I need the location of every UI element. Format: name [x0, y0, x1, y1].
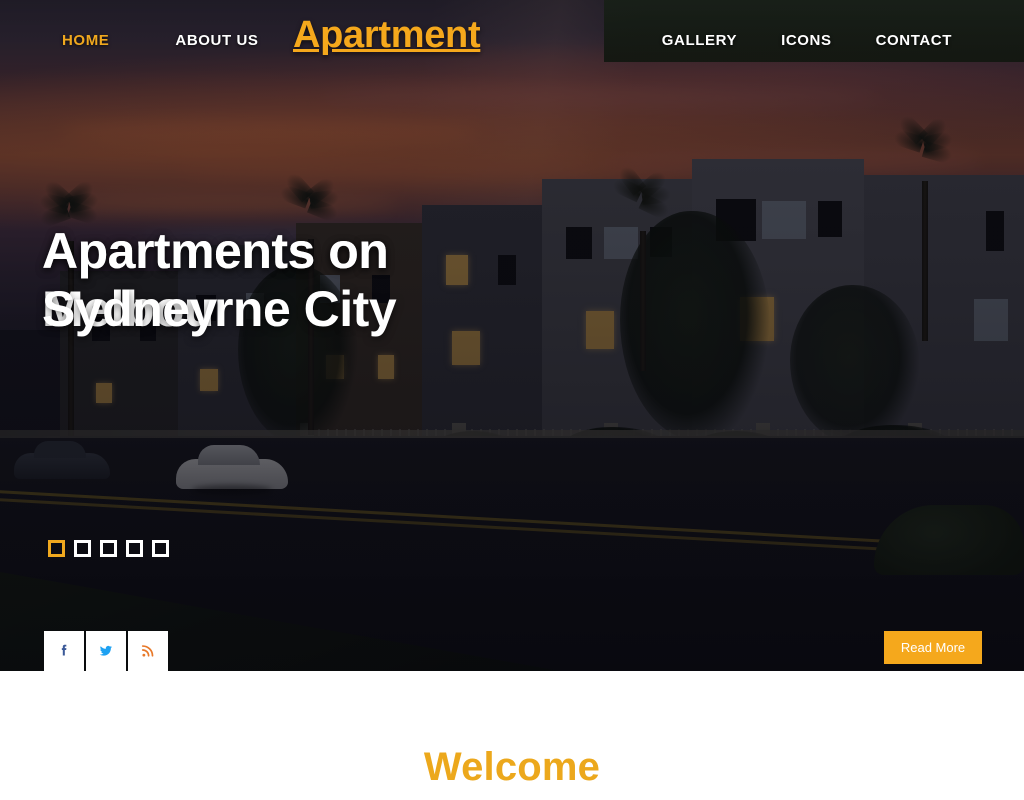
- nav-left-group: HOME ABOUT US: [62, 32, 259, 49]
- nav-link-contact[interactable]: CONTACT: [876, 32, 952, 49]
- window: [200, 369, 218, 391]
- twitter-icon: [99, 645, 112, 656]
- cloud: [320, 88, 880, 106]
- nav-link-gallery[interactable]: GALLERY: [662, 32, 737, 49]
- parked-car: [176, 445, 288, 489]
- nav-right-group: GALLERY ICONS CONTACT: [662, 32, 952, 49]
- nav-link-about-us[interactable]: ABOUT US: [175, 32, 258, 49]
- slider-dot-1[interactable]: [48, 540, 65, 557]
- curb: [0, 430, 1024, 438]
- parked-car: [14, 441, 110, 479]
- palm-tree: [569, 127, 746, 371]
- slider-dot-2[interactable]: [74, 540, 91, 557]
- social-links: [44, 631, 168, 671]
- nav-link-home[interactable]: HOME: [62, 32, 109, 49]
- welcome-title: Welcome: [423, 745, 601, 789]
- facebook-link[interactable]: [44, 631, 84, 671]
- window: [566, 227, 592, 259]
- palm-tree: [849, 80, 1024, 341]
- read-more-button[interactable]: Read More: [884, 631, 982, 664]
- window: [498, 255, 516, 285]
- slider-pagination: [48, 540, 169, 557]
- twitter-link[interactable]: [86, 631, 126, 671]
- slider-dot-3[interactable]: [100, 540, 117, 557]
- site-logo[interactable]: Apartment: [293, 14, 481, 57]
- main-navigation: HOME ABOUT US Apartment GALLERY ICONS CO…: [0, 0, 1024, 80]
- slider-dot-4[interactable]: [126, 540, 143, 557]
- slider-dot-5[interactable]: [152, 540, 169, 557]
- cloud: [60, 120, 480, 146]
- hero-caption-slide-2: Apartments on Sydney: [42, 223, 389, 337]
- nav-link-icons[interactable]: ICONS: [781, 32, 832, 49]
- window: [818, 201, 842, 237]
- hero-slider: HOME ABOUT US Apartment GALLERY ICONS CO…: [0, 0, 1024, 671]
- window: [762, 201, 806, 239]
- rss-link[interactable]: [128, 631, 168, 671]
- welcome-section: Welcome: [0, 671, 1024, 800]
- facebook-icon: [61, 644, 67, 656]
- rss-icon: [141, 645, 154, 657]
